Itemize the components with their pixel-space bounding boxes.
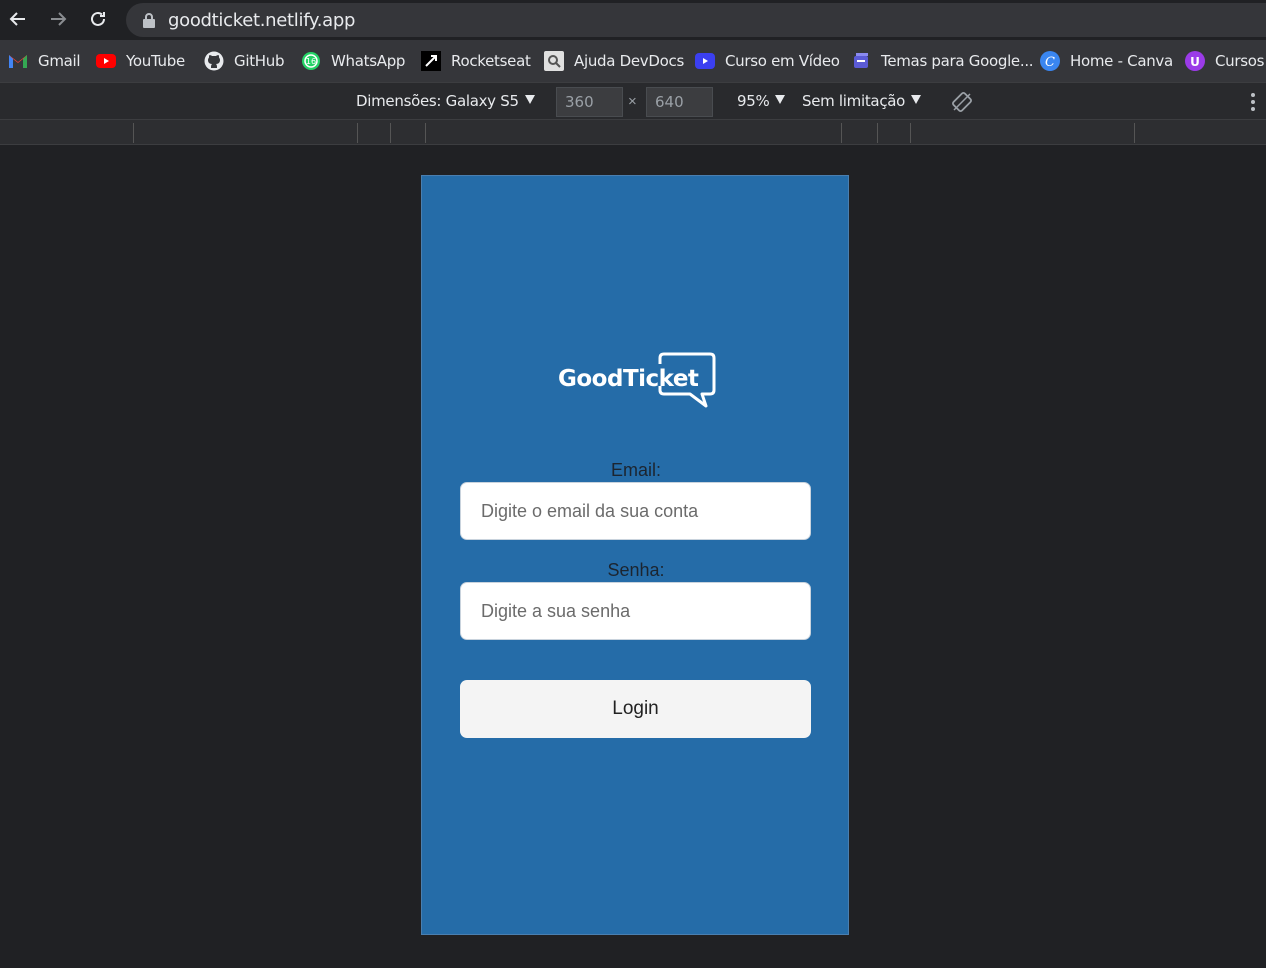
bookmark-gmail[interactable]: Gmail bbox=[8, 50, 81, 72]
login-button[interactable]: Login bbox=[460, 680, 811, 738]
canva-icon: C bbox=[1040, 51, 1060, 71]
svg-text:16: 16 bbox=[306, 57, 316, 66]
arrow-left-icon bbox=[9, 12, 25, 26]
throttle-dropdown[interactable]: Sem limitação bbox=[802, 92, 922, 110]
caret-down-icon bbox=[775, 95, 786, 104]
bookmark-cursoemvideo[interactable]: Curso em Vídeo bbox=[695, 50, 840, 72]
github-icon bbox=[204, 51, 224, 71]
more-options-icon[interactable] bbox=[1250, 93, 1256, 111]
bookmark-canva[interactable]: C Home - Canva bbox=[1040, 50, 1173, 72]
lock-icon bbox=[143, 13, 155, 28]
devdocs-icon bbox=[544, 51, 564, 71]
reload-button[interactable] bbox=[85, 6, 111, 32]
bookmark-rocketseat[interactable]: Rocketseat bbox=[421, 50, 531, 72]
reload-icon bbox=[91, 11, 105, 26]
device-width-input[interactable] bbox=[556, 87, 623, 117]
password-input[interactable] bbox=[460, 582, 811, 640]
url-text: goodticket.netlify.app bbox=[168, 10, 356, 31]
browser-top-bar: goodticket.netlify.app bbox=[0, 0, 1266, 40]
device-height-input[interactable] bbox=[646, 87, 713, 117]
bookmark-youtube[interactable]: YouTube bbox=[96, 50, 185, 72]
svg-text:C: C bbox=[1045, 55, 1055, 70]
rotate-icon[interactable] bbox=[951, 91, 973, 113]
bookmark-cursos[interactable]: U Cursos e bbox=[1185, 50, 1266, 72]
rocketseat-icon bbox=[421, 51, 441, 71]
emulated-device-viewport: GoodTicket Email: Senha: Login bbox=[421, 175, 849, 935]
themes-icon bbox=[851, 51, 871, 71]
device-toolbar: Dimensões: Galaxy S5 × 95% Sem limitação bbox=[0, 82, 1266, 120]
password-label: Senha: bbox=[607, 560, 665, 580]
youtube-icon bbox=[96, 51, 116, 71]
address-bar[interactable]: goodticket.netlify.app bbox=[126, 3, 1266, 37]
zoom-dropdown[interactable]: 95% bbox=[737, 92, 786, 110]
whatsapp-icon: 16 bbox=[301, 51, 321, 71]
cursoemvideo-icon bbox=[695, 51, 715, 71]
email-input[interactable] bbox=[460, 482, 811, 540]
gmail-icon bbox=[8, 51, 28, 71]
bookmark-devdocs[interactable]: Ajuda DevDocs bbox=[544, 50, 684, 72]
bookmark-whatsapp[interactable]: 16 WhatsApp bbox=[301, 50, 405, 72]
svg-text:U: U bbox=[1190, 55, 1200, 69]
cursos-icon: U bbox=[1185, 51, 1205, 71]
arrow-right-icon bbox=[51, 12, 67, 26]
media-query-ruler bbox=[0, 120, 1266, 145]
bookmark-themes[interactable]: Temas para Google... bbox=[851, 50, 1034, 72]
bookmarks-bar: Gmail YouTube GitHub 16 WhatsApp Rockets… bbox=[0, 40, 1266, 82]
email-label: Email: bbox=[610, 460, 661, 480]
chat-bubble-icon bbox=[658, 352, 716, 408]
caret-down-icon bbox=[911, 95, 922, 104]
dimension-separator: × bbox=[628, 93, 637, 110]
bookmark-github[interactable]: GitHub bbox=[204, 50, 284, 72]
goodticket-logo: GoodTicket bbox=[558, 352, 718, 416]
forward-button[interactable] bbox=[45, 6, 71, 32]
device-dimensions-dropdown[interactable]: Dimensões: Galaxy S5 bbox=[356, 92, 535, 110]
back-button[interactable] bbox=[5, 6, 31, 32]
caret-down-icon bbox=[524, 95, 535, 104]
